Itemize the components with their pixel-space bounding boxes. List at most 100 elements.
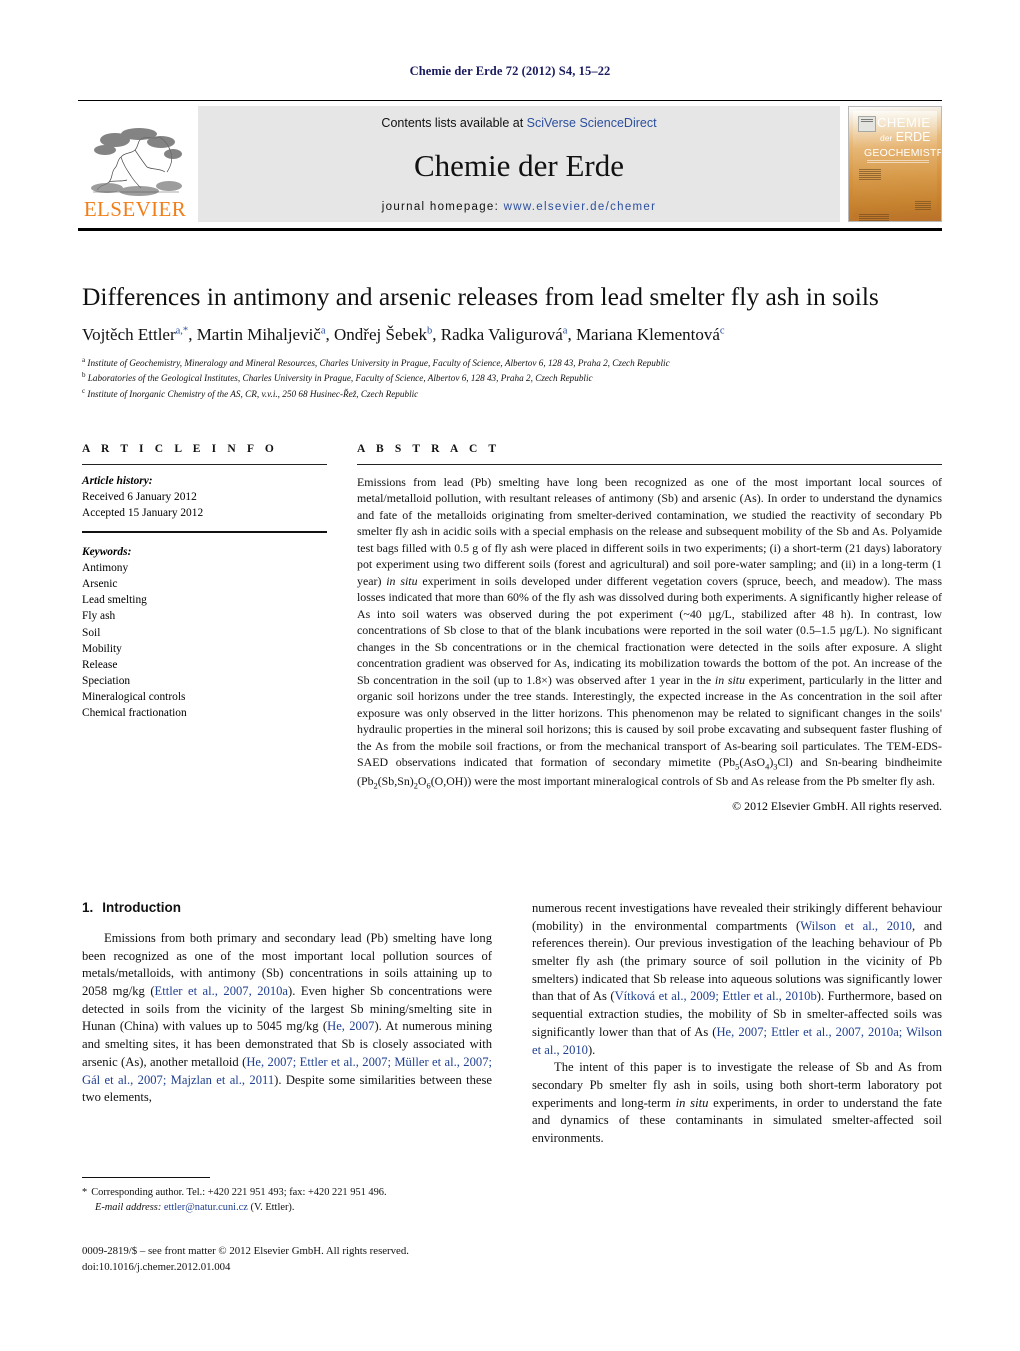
abstract-panel: A B S T R A C T Emissions from lead (Pb)… [357,443,942,814]
affiliation-text: Laboratories of the Geological Institute… [87,373,593,384]
article-info-panel: A R T I C L E I N F O Article history: R… [82,443,327,722]
author: Radka Valigurováa [441,325,568,344]
cover-text-block-b [859,214,889,221]
affiliation-mark: b [82,371,86,380]
keyword-item: Speciation [82,675,131,688]
page-title: Differences in antimony and arsenic rele… [82,282,879,311]
cover-subtitle: GEOCHEMISTRY [864,147,941,159]
formula-mid: (AsO [739,755,766,770]
section-heading-introduction: 1. Introduction [82,900,492,915]
affiliation-list: a Institute of Geochemistry, Mineralogy … [82,355,942,402]
formula-mid-2: (Sb,Sn) [377,774,414,789]
abstract-italic-1: in situ [386,573,418,588]
doi-value[interactable]: 10.1016/j.chemer.2012.01.004 [99,1261,231,1273]
doi-line: doi:10.1016/j.chemer.2012.01.004 [82,1259,512,1275]
author-marks: a [562,324,568,336]
author-list: Vojtěch Ettlera,*, Martin Mihaljeviča, O… [82,324,725,344]
homepage-prefix: journal homepage: [381,201,504,213]
author: Ondřej Šebekb [334,325,432,344]
para-text: ). [587,1042,596,1057]
cover-mini-icon [858,116,876,132]
cover-title-line1: CHEMIE [877,115,931,130]
affiliation: c Institute of Inorganic Chemistry of th… [82,386,942,402]
elsevier-logo: ELSEVIER [78,106,192,222]
journal-title: Chemie der Erde [413,148,625,183]
paper-page: Chemie der Erde 72 (2012) S4, 15–22 ELSE… [0,0,1020,1351]
keyword-item: Chemical fractionation [82,707,187,720]
cover-erde: ERDE [895,130,931,144]
abstract-part-1: Emissions from lead (Pb) smelting have l… [357,475,942,588]
abstract-part-4: (O,OH)) were the most important mineralo… [430,774,935,789]
section-number: 1. [82,900,94,915]
author-marks: a [320,324,326,336]
keyword-item: Lead smelting [82,594,147,607]
body-columns: 1. Introduction Emissions from both prima… [82,900,942,1148]
abstract-rule-top [357,464,942,465]
paragraph: Emissions from both primary and secondar… [82,930,492,1107]
email-suffix: (V. Ettler). [250,1202,295,1214]
abstract-italic-2: in situ [714,672,746,687]
cover-rule [867,160,929,163]
accepted-date: Accepted 15 January 2012 [82,507,204,520]
article-history-group: Article history: Received 6 January 2012… [82,473,327,522]
keyword-item: Mobility [82,642,122,655]
received-date: Received 6 January 2012 [82,491,197,504]
imprint-block: 0009-2819/$ – see front matter © 2012 El… [82,1243,512,1275]
keyword-item: Release [82,658,118,671]
keywords-group: Keywords: Antimony Arsenic Lead smelting… [82,544,327,722]
citation-link[interactable]: Vítková et al., 2009; Ettler et al., 201… [615,989,817,1003]
author-name: Radka Valigurová [440,324,563,344]
email-label: E-mail address: [95,1202,162,1214]
journal-cover-thumbnail: CHEMIE der ERDE GEOCHEMISTRY [848,106,942,222]
author: Martin Mihaljeviča [197,325,326,344]
corresponding-author-footnote: * Corresponding author. Tel.: +420 221 95… [82,1177,492,1215]
journal-masthead: ELSEVIER Contents lists available at Sci… [78,100,942,231]
author-name: Ondřej Šebek [334,324,428,344]
keyword-item: Fly ash [82,610,116,623]
article-info-rule-mid [82,530,327,533]
running-head: Chemie der Erde 72 (2012) S4, 15–22 [409,64,611,78]
section-title: Introduction [102,900,181,915]
citation-link[interactable]: Wilson et al., 2010 [800,919,912,933]
keyword-item: Mineralogical controls [82,691,186,704]
article-history-label: Article history: [82,475,153,487]
cover-text-block-a [859,169,881,181]
sciencedirect-link[interactable]: SciVerse ScienceDirect [527,116,657,130]
formula-o: O [417,774,427,789]
masthead-bottom-rule [78,228,942,231]
abstract-heading: A B S T R A C T [357,443,501,455]
corresponding-author-text: Corresponding author. Tel.: +420 221 951… [91,1187,387,1198]
homepage-url-link[interactable]: www.elsevier.de/chemer [504,201,657,213]
paragraph: numerous recent investigations have reve… [532,900,942,1059]
affiliation-mark: a [82,355,86,364]
author-marks: b [427,324,433,336]
paragraph: The intent of this paper is to investiga… [532,1059,942,1147]
citation-link[interactable]: Ettler et al., 2007, 2010a [155,984,288,998]
author: Vojtěch Ettlera,* [82,325,188,344]
cover-der: der [880,133,893,143]
masthead-top-rule [78,100,942,101]
keyword-item: Soil [82,626,101,639]
contents-prefix: Contents lists available at [381,116,527,130]
affiliation-mark: c [82,386,86,395]
cover-text-block-c [915,201,931,211]
doi-label: doi: [82,1261,99,1274]
footnote-rule [82,1177,210,1178]
title-block: Differences in antimony and arsenic rele… [82,282,942,402]
author-name: Martin Mihaljevič [196,324,321,344]
author-marks: a,* [175,324,189,336]
keyword-item: Antimony [82,561,129,574]
citation-link[interactable]: He, 2007 [327,1019,374,1033]
para-italic: in situ [675,1095,709,1110]
contents-available-line: Contents lists available at SciVerse Sci… [381,116,656,130]
masthead-center-panel: Contents lists available at SciVerse Sci… [198,106,840,222]
article-info-heading: A R T I C L E I N F O [82,443,278,455]
author: Mariana Klementovác [576,325,725,344]
keywords-label: Keywords: [82,545,132,558]
email-link[interactable]: ettler@natur.cuni.cz [164,1202,248,1213]
footnote-star: * [82,1187,88,1198]
article-info-rule-top [82,464,327,465]
affiliation: a Institute of Geochemistry, Mineralogy … [82,355,942,371]
author-name: Mariana Klementová [575,324,720,344]
abstract-text: Emissions from lead (Pb) smelting have l… [357,474,942,792]
